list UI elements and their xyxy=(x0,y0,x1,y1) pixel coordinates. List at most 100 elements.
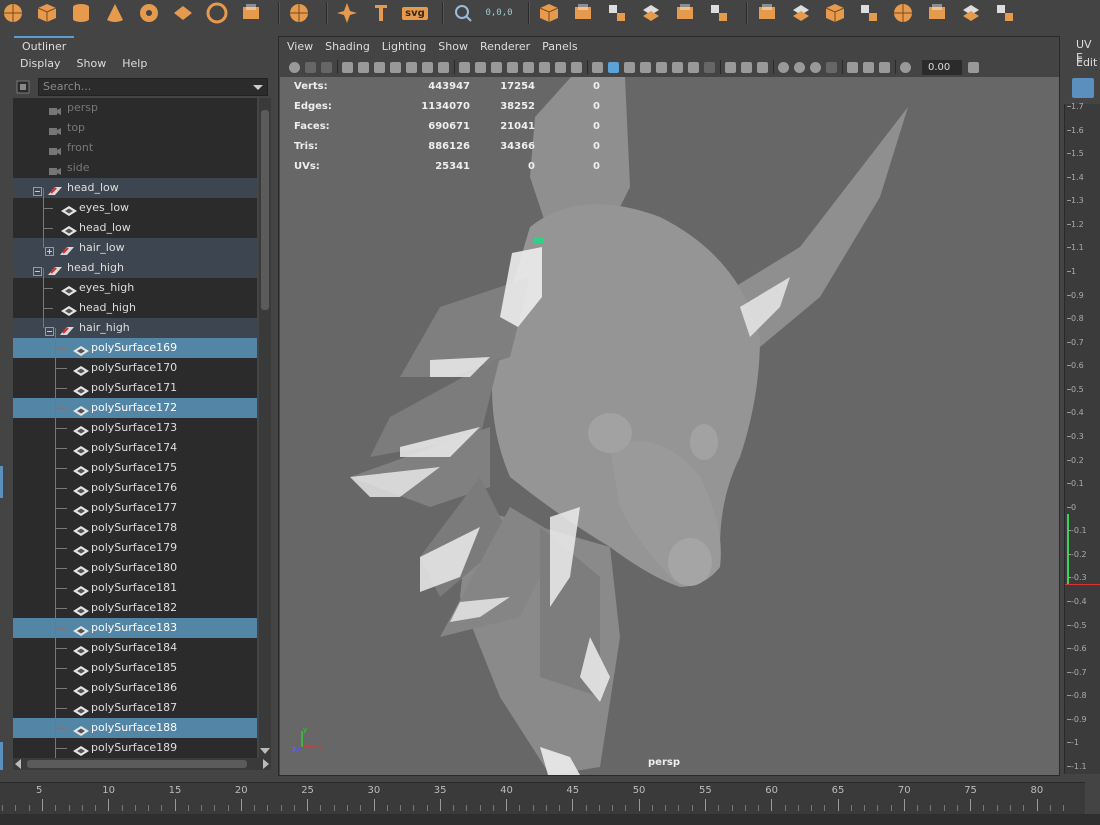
outliner-item-camera-top[interactable]: top xyxy=(13,118,257,138)
resolution-gate-icon[interactable] xyxy=(879,61,890,73)
bridge-icon[interactable] xyxy=(706,1,732,25)
outliner-item-hair-low-group[interactable]: hair_low xyxy=(13,238,257,258)
film-gate-icon[interactable] xyxy=(863,61,874,73)
snap-icon[interactable] xyxy=(536,1,562,25)
cube-icon[interactable] xyxy=(34,1,60,25)
scroll-left-arrow-icon[interactable] xyxy=(15,759,21,769)
outliner-tab[interactable]: Outliner xyxy=(14,36,75,54)
scrollbar-thumb[interactable] xyxy=(27,760,247,768)
filter-icon[interactable] xyxy=(16,80,30,94)
menu-help[interactable]: Help xyxy=(122,54,147,74)
ambient-occlusion-icon[interactable] xyxy=(571,61,582,73)
wolf-head-model[interactable] xyxy=(280,77,1059,775)
search-input[interactable]: Search... xyxy=(38,78,268,96)
scrollbar-thumb[interactable] xyxy=(261,110,269,310)
menu-panels[interactable]: Panels xyxy=(542,37,577,57)
append-icon[interactable] xyxy=(822,1,848,25)
motion-blur-icon[interactable] xyxy=(592,61,603,73)
plane-icon[interactable] xyxy=(170,1,196,25)
insert-loop-icon[interactable] xyxy=(856,1,882,25)
safe-title-icon[interactable] xyxy=(459,61,470,73)
uv-layout-button[interactable] xyxy=(1072,78,1094,98)
outliner-item-poly-surface[interactable]: polySurface177 xyxy=(13,498,257,518)
gate-mask-icon[interactable] xyxy=(900,61,911,73)
safe-action-icon[interactable] xyxy=(438,61,449,73)
outliner-item-poly-surface[interactable]: polySurface174 xyxy=(13,438,257,458)
outliner-item-camera-side[interactable]: side xyxy=(13,158,257,178)
outliner-item-eyes-low[interactable]: eyes_low xyxy=(13,198,257,218)
outliner-item-poly-surface[interactable]: polySurface172 xyxy=(13,398,257,418)
menu-display[interactable]: Display xyxy=(20,54,61,74)
bookmark-icon[interactable] xyxy=(321,61,332,73)
isolate-select-icon[interactable] xyxy=(640,61,651,73)
svg-icon[interactable] xyxy=(368,1,394,25)
target-weld-icon[interactable] xyxy=(924,1,950,25)
exposure-field[interactable]: 0.00 xyxy=(922,59,962,75)
textured-icon[interactable] xyxy=(523,61,534,73)
outliner-item-head-high-group[interactable]: head_high xyxy=(13,258,257,278)
left-edge-tab[interactable] xyxy=(0,742,3,770)
outliner-horizontal-scrollbar[interactable] xyxy=(13,758,271,770)
range-slider-strip[interactable] xyxy=(0,814,1100,825)
outliner-item-poly-surface[interactable]: polySurface179 xyxy=(13,538,257,558)
outliner-item-eyes-high[interactable]: eyes_high xyxy=(13,278,257,298)
scroll-down-arrow-icon[interactable] xyxy=(260,748,270,754)
camera-select-icon[interactable] xyxy=(778,61,789,73)
outliner-item-poly-surface[interactable]: polySurface181 xyxy=(13,578,257,598)
outliner-item-head-low-group[interactable]: head_low xyxy=(13,178,257,198)
default-material-icon[interactable] xyxy=(507,61,518,73)
multi-cut-icon[interactable] xyxy=(890,1,916,25)
outliner-item-head-low-mesh[interactable]: head_low xyxy=(13,218,257,238)
outliner-item-poly-surface[interactable]: polySurface176 xyxy=(13,478,257,498)
outliner-item-poly-surface[interactable]: polySurface183 xyxy=(13,618,257,638)
image-plane-icon[interactable] xyxy=(826,61,837,73)
left-edge-tab[interactable] xyxy=(0,466,3,498)
exposure-icon[interactable] xyxy=(757,61,768,73)
collapse-icon[interactable] xyxy=(992,1,1018,25)
menu-lighting[interactable]: Lighting xyxy=(382,37,426,57)
outliner-item-poly-surface[interactable]: polySurface175 xyxy=(13,458,257,478)
soccerball-icon[interactable] xyxy=(238,1,264,25)
outliner-item-hair-high-group[interactable]: hair_high xyxy=(13,318,257,338)
camera-pan-icon[interactable] xyxy=(704,61,715,73)
outliner-item-poly-surface[interactable]: polySurface186 xyxy=(13,678,257,698)
torus-icon[interactable] xyxy=(136,1,162,25)
connect-icon[interactable] xyxy=(958,1,984,25)
outliner-item-poly-surface[interactable]: polySurface188 xyxy=(13,718,257,738)
extract-icon[interactable] xyxy=(672,1,698,25)
menu-shading[interactable]: Shading xyxy=(325,37,370,57)
menu-show[interactable]: Show xyxy=(77,54,107,74)
grid-icon[interactable] xyxy=(358,61,369,73)
menu-view[interactable]: View xyxy=(287,37,313,57)
outliner-item-poly-surface[interactable]: polySurface185 xyxy=(13,658,257,678)
snap-origin-icon[interactable]: 0,0,0 xyxy=(484,1,514,25)
combine-icon[interactable] xyxy=(604,1,630,25)
gamma-icon[interactable] xyxy=(968,61,979,73)
text-icon[interactable] xyxy=(334,1,360,25)
field-chart-icon[interactable] xyxy=(422,61,433,73)
camera-select-icon[interactable] xyxy=(289,61,300,73)
time-slider[interactable]: 5 10 15 20 25 30 35 40 45 50 55 60 65 70 75 80 xyxy=(0,782,1085,814)
image-plane-icon[interactable] xyxy=(342,61,353,73)
camera-attributes-icon[interactable] xyxy=(305,61,316,73)
camera-attributes-icon[interactable] xyxy=(794,61,805,73)
depth-of-field-icon[interactable] xyxy=(624,61,635,73)
outliner-item-poly-surface[interactable]: polySurface169 xyxy=(13,338,257,358)
xray-components-icon[interactable] xyxy=(688,61,699,73)
outliner-item-poly-surface[interactable]: polySurface170 xyxy=(13,358,257,378)
two-d-pan-icon[interactable] xyxy=(725,61,736,73)
scroll-right-arrow-icon[interactable] xyxy=(263,759,269,769)
menu-show[interactable]: Show xyxy=(438,37,468,57)
viewport-canvas[interactable]: Verts: 443947 17254 0 Edges: 1134070 38252 0 Fac… xyxy=(280,77,1059,775)
anti-aliasing-icon[interactable] xyxy=(608,61,619,73)
outliner-item-camera-persp[interactable]: persp xyxy=(13,98,257,118)
menu-renderer[interactable]: Renderer xyxy=(480,37,530,57)
grid-icon[interactable] xyxy=(847,61,858,73)
outliner-item-poly-surface[interactable]: polySurface184 xyxy=(13,638,257,658)
extrude-icon[interactable] xyxy=(754,1,780,25)
xray-joints-icon[interactable] xyxy=(672,61,683,73)
gate-mask-icon[interactable] xyxy=(406,61,417,73)
outliner-item-poly-surface[interactable]: polySurface173 xyxy=(13,418,257,438)
resolution-gate-icon[interactable] xyxy=(390,61,401,73)
polygon-tools-icon[interactable] xyxy=(570,1,596,25)
